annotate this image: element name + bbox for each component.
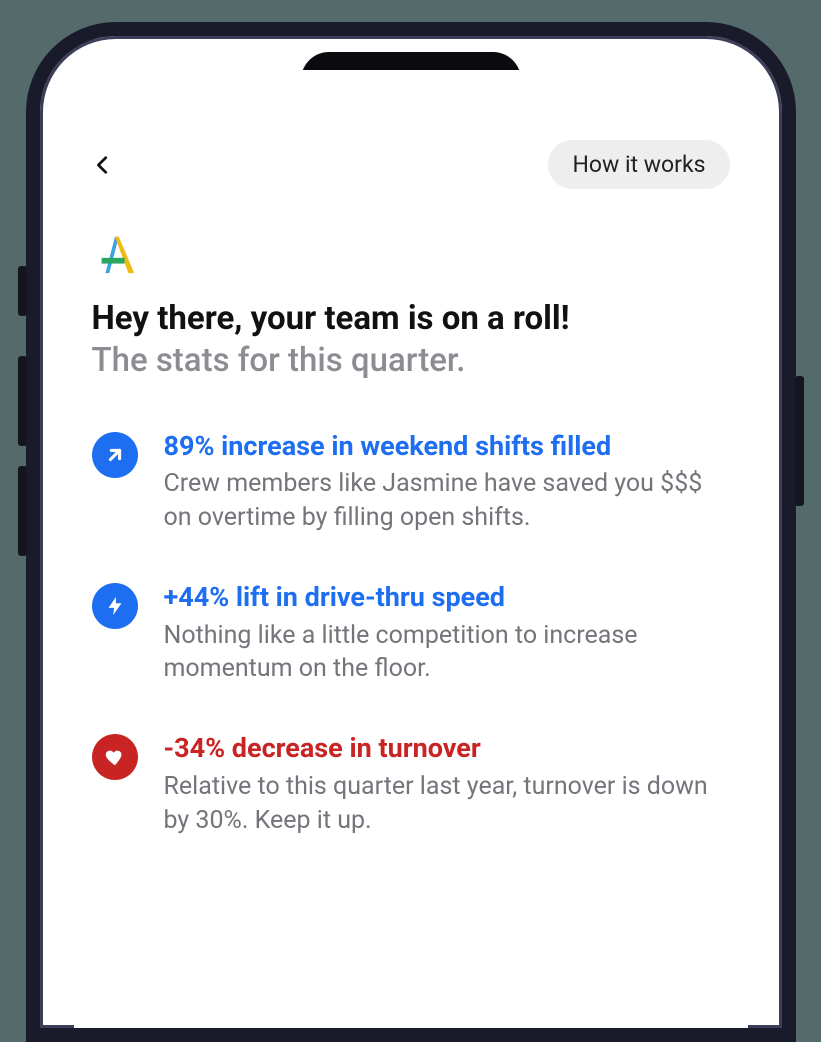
brand-logo [92,231,138,277]
stat-weekend-shifts: 89% increase in weekend shifts filled Cr… [92,430,730,535]
stat-drive-thru-speed: +44% lift in drive-thru speed Nothing li… [92,581,730,686]
stat-description: Crew members like Jasmine have saved you… [164,467,730,535]
top-bar: How it works [92,140,730,189]
how-it-works-button[interactable]: How it works [548,140,729,189]
back-button[interactable] [92,151,120,179]
headline: Hey there, your team is on a roll! [92,299,730,339]
stat-description: Relative to this quarter last year, turn… [164,770,730,838]
side-button-volume-down [18,466,27,556]
arrow-up-right-icon [92,432,138,478]
heart-icon [92,734,138,780]
stat-turnover: -34% decrease in turnover Relative to th… [92,732,730,837]
chevron-left-icon [92,151,114,179]
stat-title: 89% increase in weekend shifts filled [164,430,730,464]
bolt-icon [92,583,138,629]
stat-title: +44% lift in drive-thru speed [164,581,730,615]
subheadline: The stats for this quarter. [92,341,730,381]
stat-title: -34% decrease in turnover [164,732,730,766]
screen: How it works Hey there, your team is on … [74,70,748,1028]
side-button-power [795,376,804,506]
side-button-silence [18,266,27,316]
stat-body: 89% increase in weekend shifts filled Cr… [164,430,730,535]
stat-body: +44% lift in drive-thru speed Nothing li… [164,581,730,686]
side-button-volume-up [18,356,27,446]
phone-frame: How it works Hey there, your team is on … [26,22,796,1042]
a-logo-icon [92,231,138,277]
stat-description: Nothing like a little competition to inc… [164,619,730,687]
stat-body: -34% decrease in turnover Relative to th… [164,732,730,837]
